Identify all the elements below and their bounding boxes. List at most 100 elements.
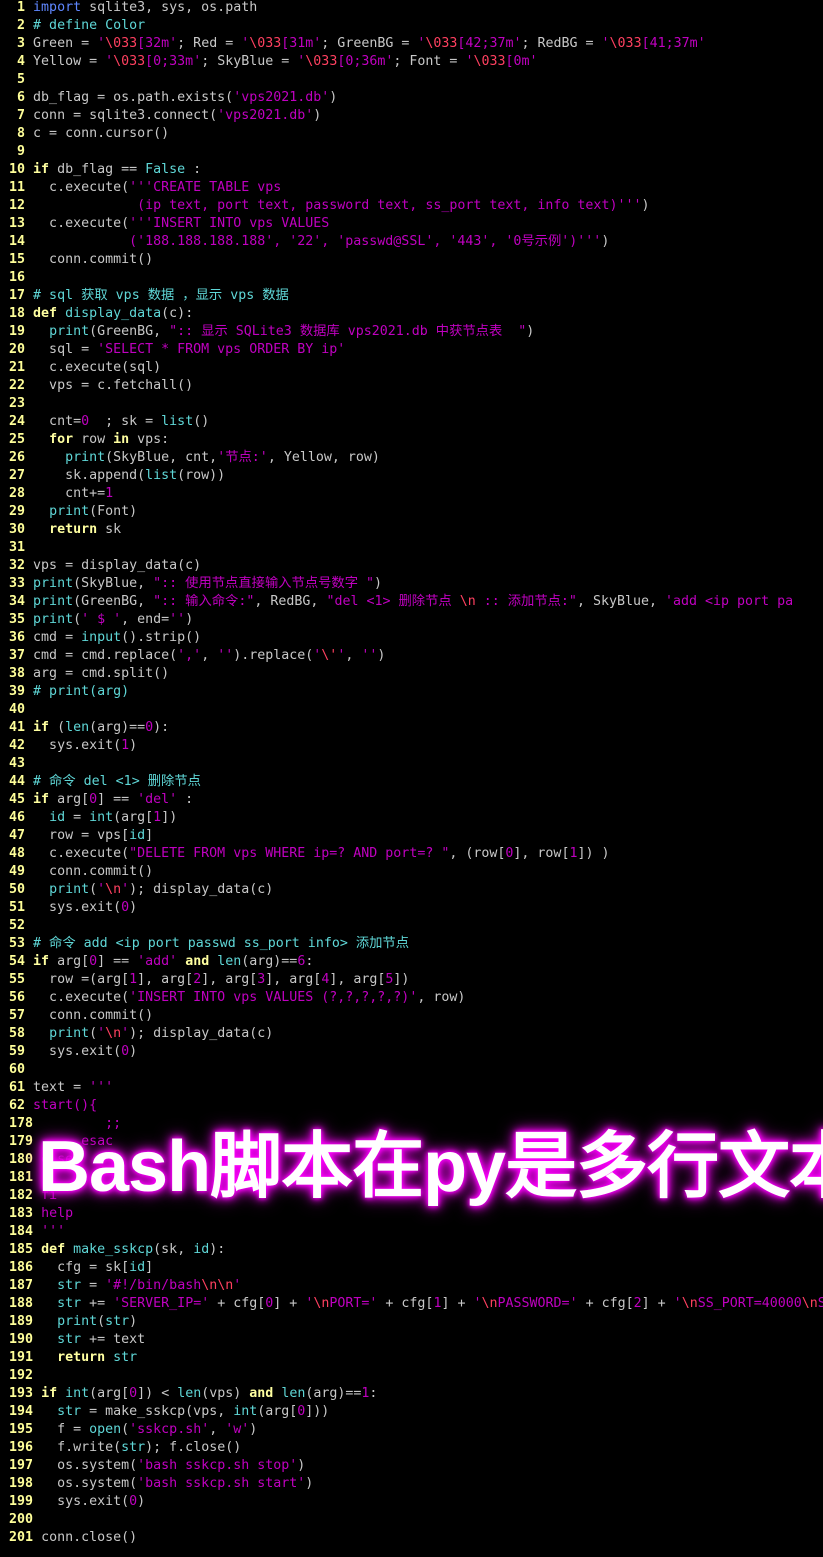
code-line[interactable]: 12 (ip text, port text, password text, s…	[1, 197, 823, 215]
code-line[interactable]: 43	[1, 755, 823, 773]
code-line[interactable]: 36 cmd = input().strip()	[1, 629, 823, 647]
code-line[interactable]: 197 os.system('bash sskcp.sh stop')	[1, 1457, 823, 1475]
code-line[interactable]: 192	[1, 1367, 823, 1385]
gutter-padding	[1, 576, 9, 591]
code-line[interactable]: 3 Green = '\033[32m'; Red = '\033[31m'; …	[1, 35, 823, 53]
code-line[interactable]: 57 conn.commit()	[1, 1007, 823, 1025]
code-line[interactable]: 194 str = make_sskcp(vps, int(arg[0]))	[1, 1403, 823, 1421]
code-line[interactable]: 20 sql = 'SELECT * FROM vps ORDER BY ip'	[1, 341, 823, 359]
code-line[interactable]: 38 arg = cmd.split()	[1, 665, 823, 683]
code-token: (SkyBlue, cnt,	[105, 450, 218, 465]
code-line[interactable]: 15 conn.commit()	[1, 251, 823, 269]
code-line[interactable]: 30 return sk	[1, 521, 823, 539]
code-line[interactable]: 28 cnt+=1	[1, 485, 823, 503]
code-token: (arg)==	[89, 720, 146, 735]
code-line[interactable]: 23	[1, 395, 823, 413]
code-line[interactable]: 193 if int(arg[0]) < len(vps) and len(ar…	[1, 1385, 823, 1403]
code-token: [41;37m'	[641, 36, 706, 51]
line-number: 4	[17, 54, 26, 69]
code-token: 'bash sskcp.sh stop'	[137, 1458, 298, 1473]
code-line[interactable]: 27 sk.append(list(row))	[1, 467, 823, 485]
code-line[interactable]: 26 print(SkyBlue, cnt,'节点:', Yellow, row…	[1, 449, 823, 467]
code-line[interactable]: 11 c.execute('''CREATE TABLE vps	[1, 179, 823, 197]
code-line[interactable]: 188 str += 'SERVER_IP=' + cfg[0] + '\nPO…	[1, 1295, 823, 1313]
code-line[interactable]: 58 print('\n'); display_data(c)	[1, 1025, 823, 1043]
code-line[interactable]: 60	[1, 1061, 823, 1079]
code-line[interactable]: 200	[1, 1511, 823, 1529]
code-line[interactable]: 16	[1, 269, 823, 287]
code-line[interactable]: 59 sys.exit(0)	[1, 1043, 823, 1061]
code-line[interactable]: 14 ('188.188.188.188', '22', 'passwd@SSL…	[1, 233, 823, 251]
code-line[interactable]: 186 cfg = sk[id]	[1, 1259, 823, 1277]
code-token: str	[57, 1332, 82, 1347]
code-line[interactable]: 44 # 命令 del <1> 删除节点	[1, 773, 823, 791]
code-line[interactable]: 62 start(){	[1, 1097, 823, 1115]
code-line[interactable]: 45 if arg[0] == 'del' :	[1, 791, 823, 809]
code-line[interactable]: 191 return str	[1, 1349, 823, 1367]
code-line[interactable]: 49 conn.commit()	[1, 863, 823, 881]
code-token: 2	[193, 972, 202, 987]
code-line[interactable]: 42 sys.exit(1)	[1, 737, 823, 755]
code-line[interactable]: 55 row =(arg[1], arg[2], arg[3], arg[4],…	[1, 971, 823, 989]
code-line[interactable]: 10 if db_flag == False :	[1, 161, 823, 179]
code-line[interactable]: 4 Yellow = '\033[0;33m'; SkyBlue = '\033…	[1, 53, 823, 71]
code-token: sk.append(	[33, 468, 146, 483]
code-line[interactable]: 22 vps = c.fetchall()	[1, 377, 823, 395]
code-line[interactable]: 31	[1, 539, 823, 557]
code-token: \n	[801, 1296, 818, 1311]
code-line[interactable]: 33 print(SkyBlue, ":: 使用节点直接输入节点号数字 ")	[1, 575, 823, 593]
code-line[interactable]: 184 '''	[1, 1223, 823, 1241]
code-line[interactable]: 52	[1, 917, 823, 935]
code-line[interactable]: 24 cnt=0 ; sk = list()	[1, 413, 823, 431]
code-line[interactable]: 6 db_flag = os.path.exists('vps2021.db')	[1, 89, 823, 107]
code-token: )	[374, 576, 383, 591]
code-line[interactable]: 21 c.execute(sql)	[1, 359, 823, 377]
code-line[interactable]: 47 row = vps[id]	[1, 827, 823, 845]
code-token: :	[369, 1386, 378, 1401]
code-line[interactable]: 25 for row in vps:	[1, 431, 823, 449]
code-line[interactable]: 61 text = '''	[1, 1079, 823, 1097]
code-line[interactable]: 39 # print(arg)	[1, 683, 823, 701]
code-line[interactable]: 8 c = conn.cursor()	[1, 125, 823, 143]
code-line[interactable]: 34 print(GreenBG, ":: 输入命令:", RedBG, "de…	[1, 593, 823, 611]
code-line[interactable]: 13 c.execute('''INSERT INTO vps VALUES	[1, 215, 823, 233]
code-line[interactable]: 50 print('\n'); display_data(c)	[1, 881, 823, 899]
gutter-padding	[1, 144, 17, 159]
code-line[interactable]: 51 sys.exit(0)	[1, 899, 823, 917]
code-line[interactable]: 187 str = '#!/bin/bash\n\n'	[1, 1277, 823, 1295]
code-line[interactable]: 2 # define Color	[1, 17, 823, 35]
code-line[interactable]: 41 if (len(arg)==0):	[1, 719, 823, 737]
code-token: '	[97, 882, 106, 897]
code-line[interactable]: 32 vps = display_data(c)	[1, 557, 823, 575]
code-line[interactable]: 19 print(GreenBG, ":: 显示 SQLite3 数据库 vps…	[1, 323, 823, 341]
code-line[interactable]: 199 sys.exit(0)	[1, 1493, 823, 1511]
code-line[interactable]: 190 str += text	[1, 1331, 823, 1349]
code-line[interactable]: 48 c.execute("DELETE FROM vps WHERE ip=?…	[1, 845, 823, 863]
code-line[interactable]: 18 def display_data(c):	[1, 305, 823, 323]
code-line[interactable]: 37 cmd = cmd.replace(',', '').replace('\…	[1, 647, 823, 665]
code-line[interactable]: 40	[1, 701, 823, 719]
code-line[interactable]: 195 f = open('sskcp.sh', 'w')	[1, 1421, 823, 1439]
code-token: , row)	[417, 990, 466, 1005]
gutter-gap	[25, 90, 33, 105]
code-line[interactable]: 5	[1, 71, 823, 89]
gutter-padding	[1, 774, 9, 789]
code-line[interactable]: 46 id = int(arg[1])	[1, 809, 823, 827]
code-line[interactable]: 54 if arg[0] == 'add' and len(arg)==6:	[1, 953, 823, 971]
code-line[interactable]: 189 print(str)	[1, 1313, 823, 1331]
code-line[interactable]: 9	[1, 143, 823, 161]
code-line[interactable]: 1 import sqlite3, sys, os.path	[1, 0, 823, 17]
code-line[interactable]: 29 print(Font)	[1, 503, 823, 521]
code-line[interactable]: 185 def make_sskcp(sk, id):	[1, 1241, 823, 1259]
code-line[interactable]: 56 c.execute('INSERT INTO vps VALUES (?,…	[1, 989, 823, 1007]
code-editor[interactable]: 1 import sqlite3, sys, os.path 2 # defin…	[1, 0, 823, 1547]
code-line[interactable]: 53 # 命令 add <ip port passwd ss_port info…	[1, 935, 823, 953]
code-line[interactable]: 201 conn.close()	[1, 1529, 823, 1547]
code-line[interactable]: 196 f.write(str); f.close()	[1, 1439, 823, 1457]
code-line[interactable]: 17 # sql 获取 vps 数据 ，显示 vps 数据	[1, 287, 823, 305]
code-line[interactable]: 35 print(' $ ', end='')	[1, 611, 823, 629]
code-line[interactable]: 198 os.system('bash sskcp.sh start')	[1, 1475, 823, 1493]
gutter-gap	[25, 504, 33, 519]
code-line[interactable]: 7 conn = sqlite3.connect('vps2021.db')	[1, 107, 823, 125]
